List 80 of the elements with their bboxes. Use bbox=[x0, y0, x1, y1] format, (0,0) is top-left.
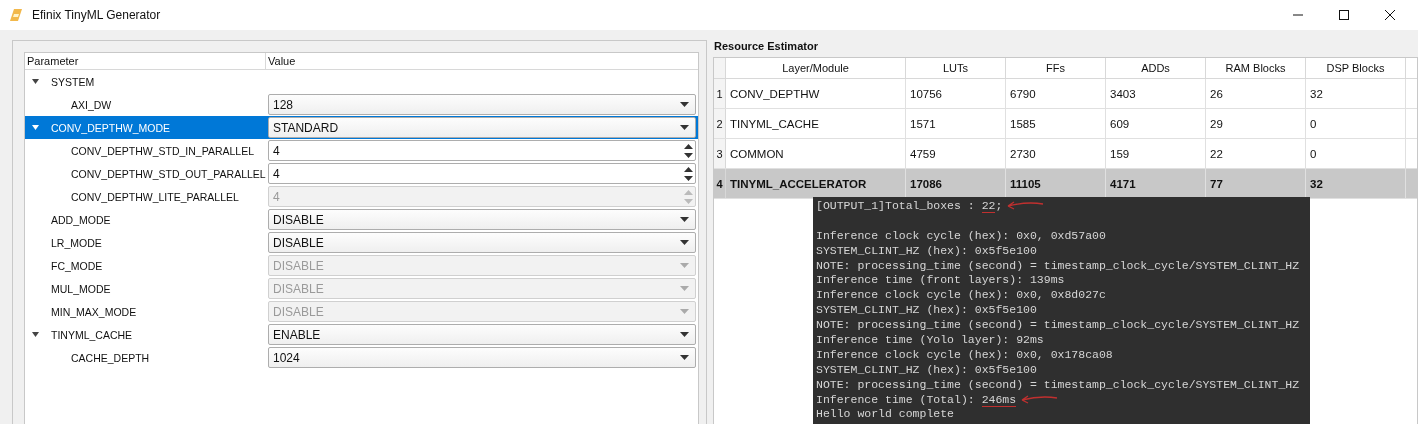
dropdown[interactable]: 128 bbox=[268, 94, 696, 115]
column-header[interactable]: LUTs bbox=[906, 58, 1006, 78]
tree-item[interactable]: ADD_MODE bbox=[25, 208, 266, 231]
row-header: 3 bbox=[714, 139, 726, 168]
table-cell: 3403 bbox=[1106, 79, 1206, 108]
console-line: Inference time (front layers): 139ms bbox=[816, 273, 1065, 287]
console-line: SYSTEM_CLINT_HZ (hex): 0x5f5e100 bbox=[816, 303, 1037, 317]
console-line: Hello world complete bbox=[816, 407, 955, 421]
table-cell: 4759 bbox=[906, 139, 1006, 168]
table-cell: 22 bbox=[1206, 139, 1306, 168]
tree-item[interactable]: CACHE_DEPTH bbox=[25, 346, 266, 369]
spin-arrows-icon[interactable] bbox=[684, 142, 693, 159]
section-title: Resource Estimator bbox=[714, 40, 819, 52]
column-header[interactable]: Value bbox=[266, 53, 296, 69]
console-line: Inference clock cycle (hex): 0x0, 0x178ca08 bbox=[816, 347, 1113, 361]
console-line: NOTE: processing_time (second) = timestamp_clock_cycle/SYSTEM_CLINT_HZ bbox=[816, 258, 1300, 272]
dropdown[interactable]: 1024 bbox=[268, 347, 696, 368]
table-cell: 1571 bbox=[906, 109, 1006, 138]
app-logo-icon bbox=[8, 7, 24, 23]
table-cell: 1585 bbox=[1006, 109, 1106, 138]
window-title: Efinix TinyML Generator bbox=[32, 8, 161, 22]
expand-arrow-icon[interactable] bbox=[31, 330, 40, 339]
row-header: 1 bbox=[714, 79, 726, 108]
tree-item[interactable]: TINYML_CACHE bbox=[25, 323, 266, 346]
dropdown[interactable]: DISABLE bbox=[268, 209, 696, 230]
expand-arrow-icon[interactable] bbox=[31, 123, 40, 132]
tree-item[interactable]: LR_MODE bbox=[25, 231, 266, 254]
console-line: Inference time (Total): 246ms bbox=[816, 392, 1017, 406]
caret-icon bbox=[680, 240, 689, 245]
console-line: Inference time (Yolo layer): 92ms bbox=[816, 332, 1044, 346]
tree-item[interactable]: AXI_DW bbox=[25, 93, 266, 116]
spin-arrows-icon[interactable] bbox=[684, 165, 693, 182]
console-line: Inference clock cycle (hex): 0x0, 0xd57a00 bbox=[816, 228, 1106, 242]
row-header: 2 bbox=[714, 109, 726, 138]
column-header[interactable]: ADDs bbox=[1106, 58, 1206, 78]
console-line: NOTE: processing_time (second) = timestamp_clock_cycle/SYSTEM_CLINT_HZ bbox=[816, 318, 1300, 332]
expand-arrow-icon[interactable] bbox=[31, 77, 40, 86]
table-cell: 0 bbox=[1306, 109, 1406, 138]
console-line: SYSTEM_CLINT_HZ (hex): 0x5f5e100 bbox=[816, 362, 1037, 376]
caret-icon bbox=[680, 125, 689, 130]
table-cell: TINYML_CACHE bbox=[726, 109, 906, 138]
table-cell: 2730 bbox=[1006, 139, 1106, 168]
table-cell: CONV_DEPTHW bbox=[726, 79, 906, 108]
caret-icon bbox=[680, 309, 689, 314]
caret-icon bbox=[680, 286, 689, 291]
console-line: Inference clock cycle (hex): 0x0, 0x8d027c bbox=[816, 288, 1106, 302]
table-cell: 10756 bbox=[906, 79, 1006, 108]
table-cell: 609 bbox=[1106, 109, 1206, 138]
dropdown[interactable]: ENABLE bbox=[268, 324, 696, 345]
row-header: 4 bbox=[714, 169, 726, 198]
tree-item[interactable]: CONV_DEPTHW_MODE bbox=[25, 116, 266, 139]
column-header[interactable]: FFs bbox=[1006, 58, 1106, 78]
table-cell: 6790 bbox=[1006, 79, 1106, 108]
tree-item[interactable]: CONV_DEPTHW_STD_IN_PARALLEL bbox=[25, 139, 266, 162]
table-cell: COMMON bbox=[726, 139, 906, 168]
console-line: SYSTEM_CLINT_HZ (hex): 0x5f5e100 bbox=[816, 243, 1037, 257]
column-header[interactable]: Parameter bbox=[25, 53, 266, 69]
caret-icon bbox=[680, 102, 689, 107]
tree-item[interactable]: CONV_DEPTHW_STD_OUT_PARALLEL bbox=[25, 162, 266, 185]
spin-box[interactable]: 4 bbox=[268, 140, 696, 161]
console-line: [OUTPUT_1]Total_boxes : 22; bbox=[816, 198, 1003, 212]
table-cell: 29 bbox=[1206, 109, 1306, 138]
table-cell: 0 bbox=[1306, 139, 1406, 168]
caret-icon bbox=[680, 332, 689, 337]
column-header[interactable]: Layer/Module bbox=[726, 58, 906, 78]
caret-icon bbox=[680, 217, 689, 222]
caret-icon bbox=[680, 355, 689, 360]
spin-box[interactable]: 4 bbox=[268, 163, 696, 184]
close-icon[interactable] bbox=[1384, 9, 1396, 21]
table-cell: 159 bbox=[1106, 139, 1206, 168]
table-cell: 26 bbox=[1206, 79, 1306, 108]
dropdown[interactable]: STANDARD bbox=[268, 117, 696, 138]
tree-item[interactable]: SYSTEM bbox=[25, 70, 266, 93]
table-cell: 32 bbox=[1306, 79, 1406, 108]
caret-icon bbox=[680, 263, 689, 268]
console-line: NOTE: processing_time (second) = timestamp_clock_cycle/SYSTEM_CLINT_HZ bbox=[816, 377, 1300, 391]
maximize-icon[interactable] bbox=[1338, 9, 1350, 21]
dropdown[interactable]: DISABLE bbox=[268, 232, 696, 253]
column-header[interactable]: DSP Blocks bbox=[1306, 58, 1406, 78]
column-header[interactable]: RAM Blocks bbox=[1206, 58, 1306, 78]
